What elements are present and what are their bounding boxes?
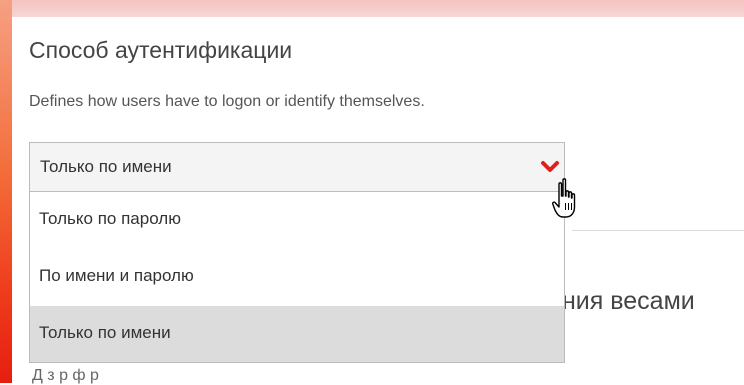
hand-pointer-icon [552, 178, 576, 218]
chevron-down-icon[interactable] [540, 157, 560, 177]
select-current-value: Только по имени [40, 157, 172, 176]
next-section-text: Д з р ф р [32, 367, 99, 384]
settings-panel: Способ аутентификации Defines how users … [12, 17, 744, 384]
option-label: Только по паролю [39, 209, 181, 228]
auth-method-dropdown: Только по паролю По имени и паролю Тольк… [29, 191, 565, 363]
option-label: По имени и паролю [39, 266, 194, 285]
auth-method-select[interactable]: Только по имени [29, 142, 565, 192]
dropdown-option-name-only[interactable]: Только по имени [30, 306, 564, 362]
section-description: Defines how users have to logon or ident… [29, 93, 425, 110]
dropdown-option-password-only[interactable]: Только по паролю [30, 192, 564, 249]
next-section-heading: ния весами [562, 287, 695, 315]
section-title: Способ аутентификации [29, 37, 293, 63]
panel-left-border [0, 0, 12, 383]
option-label: Только по имени [39, 323, 171, 342]
panel-top-border [0, 0, 744, 17]
section-divider [572, 230, 744, 231]
dropdown-option-name-and-password[interactable]: По имени и паролю [30, 249, 564, 306]
